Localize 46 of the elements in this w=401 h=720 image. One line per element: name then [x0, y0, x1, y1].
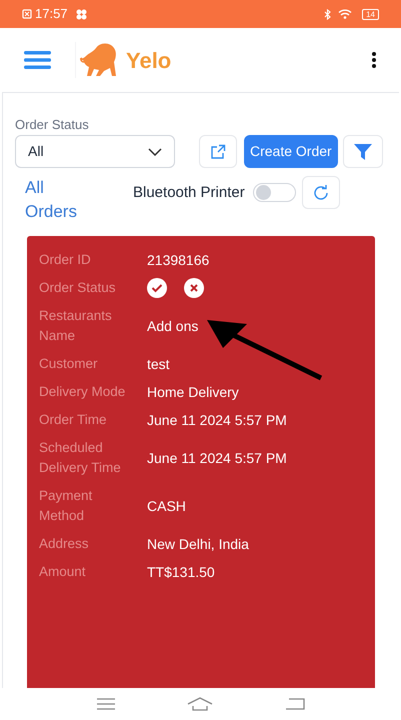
field-value: 21398166 [147, 251, 210, 270]
back-icon[interactable] [285, 698, 306, 710]
printer-label: Bluetooth Printer [133, 183, 245, 203]
field-label: Order ID [39, 251, 92, 269]
external-link-icon [210, 144, 226, 160]
field-label: Customer [39, 355, 99, 373]
reject-icon[interactable] [184, 278, 204, 298]
battery-icon: 14 [362, 8, 379, 20]
menu-icon[interactable] [96, 698, 116, 710]
accept-icon[interactable] [147, 278, 167, 298]
bluetooth-icon [324, 8, 332, 20]
field-value: test [147, 355, 170, 374]
field-label: Order Time [39, 411, 108, 429]
more-options-icon[interactable] [371, 52, 377, 68]
printer-toggle[interactable] [252, 183, 296, 202]
field-value: Add ons [147, 317, 198, 336]
wifi-icon [338, 9, 352, 19]
chevron-down-icon [148, 148, 162, 156]
field-value: June 11 2024 5:57 PM [147, 449, 287, 468]
field-value: New Delhi, India [147, 535, 249, 554]
field-label: Scheduled Delivery Time [39, 439, 122, 477]
clock-text: 17:57 [35, 5, 68, 24]
brand-name: Yelo [126, 46, 172, 74]
filter-button[interactable] [342, 135, 383, 168]
field-value: Home Delivery [147, 383, 239, 402]
notification-icon [22, 9, 32, 19]
all-orders-link[interactable]: All Orders [25, 176, 95, 224]
field-label: Order Status [15, 117, 90, 133]
create-order-button[interactable]: Create Order [244, 135, 338, 168]
filter-icon [354, 144, 372, 160]
field-label: Order Status [39, 279, 117, 297]
app-icon [76, 8, 87, 20]
menu-icon[interactable] [24, 50, 51, 70]
field-label: Delivery Mode [39, 383, 126, 401]
refresh-button[interactable] [302, 176, 340, 209]
export-button[interactable] [199, 135, 237, 168]
refresh-icon [312, 184, 330, 202]
field-value: CASH [147, 497, 186, 516]
field-value: June 11 2024 5:57 PM [147, 411, 287, 430]
field-value: TT$131.50 [147, 563, 215, 582]
field-label: Payment Method [39, 487, 94, 525]
order-status-dropdown[interactable]: All [15, 135, 175, 168]
field-label: Address [39, 535, 90, 553]
home-icon[interactable] [187, 697, 214, 711]
field-label: Amount [39, 563, 87, 581]
field-label: Restaurants Name [39, 307, 113, 345]
